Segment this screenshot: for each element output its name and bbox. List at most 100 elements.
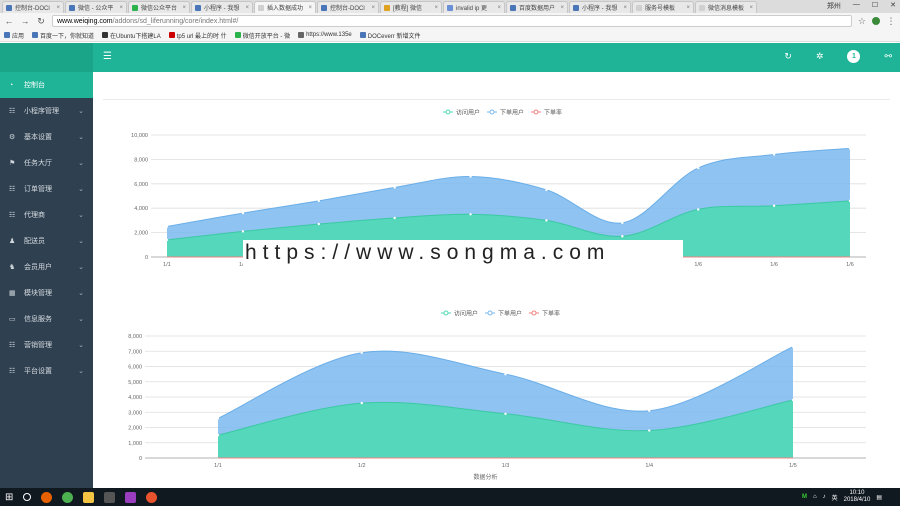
- url-input[interactable]: www.weiqing.com/addons/sd_liferunning/co…: [52, 15, 852, 27]
- tab-close-icon[interactable]: ×: [686, 5, 690, 11]
- bookmark-item[interactable]: 应用: [4, 31, 24, 40]
- sidebar-item-label: 控制台: [24, 82, 45, 89]
- browser-tab[interactable]: invalid ip 更 ×: [443, 1, 505, 13]
- chevron-down-icon: ⌄: [78, 186, 84, 193]
- volume-icon[interactable]: ♪: [823, 494, 826, 500]
- tray-app-icon[interactable]: M: [802, 494, 807, 500]
- x-tick-label: 1/6: [694, 262, 702, 268]
- data-point-visits: [648, 429, 651, 432]
- bookmark-item[interactable]: DOCeverr 新增文件: [359, 31, 420, 40]
- sidebar-item[interactable]: ⚑ 任务大厅 ⌄: [0, 150, 93, 176]
- y-tick-label: 7,000: [128, 349, 142, 355]
- folder-icon[interactable]: [83, 491, 95, 503]
- firefox-icon[interactable]: [41, 491, 53, 503]
- app-icon[interactable]: [146, 491, 158, 503]
- tab-close-icon[interactable]: ×: [623, 5, 627, 11]
- hamburger-icon[interactable]: ☰: [103, 51, 112, 62]
- sidebar-item[interactable]: ♞ 会员用户 ⌄: [0, 254, 93, 280]
- sidebar-item[interactable]: ♟ 配送员 ⌄: [0, 228, 93, 254]
- forward-icon[interactable]: →: [20, 16, 30, 26]
- tab-close-icon[interactable]: ×: [308, 5, 312, 11]
- y-tick-label: 6,000: [134, 182, 148, 188]
- share-icon[interactable]: ⚯: [884, 51, 892, 62]
- tab-close-icon[interactable]: ×: [560, 5, 564, 11]
- tab-label: 控制台-DOCl: [15, 6, 50, 12]
- bookmark-label: tp5 url 最上的时 什: [176, 33, 227, 40]
- minimize-button[interactable]: —: [853, 1, 860, 11]
- sidebar-item[interactable]: ◔ 控制台: [0, 72, 93, 98]
- browser-menu-icon[interactable]: ⋮: [886, 16, 896, 27]
- tab-close-icon[interactable]: ×: [371, 5, 375, 11]
- tab-close-icon[interactable]: ×: [497, 5, 501, 11]
- chevron-down-icon: ⌄: [78, 368, 84, 375]
- bookmark-item[interactable]: 微信开放平台 - 微: [234, 31, 290, 40]
- bookmark-item[interactable]: tp5 url 最上的时 什: [168, 31, 227, 40]
- browser-tab[interactable]: 微信 - 公众平 ×: [65, 1, 127, 13]
- data-point-orders: [621, 221, 624, 225]
- bookmark-star-icon[interactable]: ☆: [858, 16, 866, 27]
- tab-close-icon[interactable]: ×: [182, 5, 186, 11]
- tab-close-icon[interactable]: ×: [434, 5, 438, 11]
- browser-tab[interactable]: 控制台-DOCl ×: [2, 1, 64, 13]
- terminal-icon[interactable]: [104, 491, 116, 503]
- browser-tab[interactable]: 插入数据成功 ×: [254, 1, 316, 13]
- user-icon: ♟: [9, 238, 16, 245]
- tab-favicon-icon: [258, 4, 264, 11]
- extension-icon[interactable]: [872, 17, 880, 25]
- bookmark-item[interactable]: 在Ubuntu下搭建LA: [102, 31, 161, 40]
- browser-tab[interactable]: 小程序 - 我想 ×: [569, 1, 631, 13]
- flag-icon: ⚑: [9, 160, 16, 167]
- user-avatar[interactable]: 1: [847, 50, 861, 63]
- tab-close-icon[interactable]: ×: [749, 5, 753, 11]
- tab-close-icon[interactable]: ×: [119, 5, 123, 11]
- tab-close-icon[interactable]: ×: [245, 5, 249, 11]
- browser-tab[interactable]: [教程] 微信 ×: [380, 1, 442, 13]
- browser-tab[interactable]: 微信公众平台 ×: [128, 1, 190, 13]
- search-icon[interactable]: [23, 493, 32, 501]
- refresh-icon[interactable]: ↻: [784, 51, 792, 62]
- data-point-orders: [360, 351, 363, 354]
- maximize-button[interactable]: ☐: [872, 1, 878, 11]
- chrome-icon[interactable]: [62, 491, 74, 503]
- reload-icon[interactable]: ↻: [36, 16, 46, 27]
- sidebar-item[interactable]: ☷ 订单管理 ⌄: [0, 176, 93, 202]
- url-host: www.weiqing.com: [57, 17, 113, 25]
- network-icon[interactable]: ⌂: [813, 494, 817, 500]
- tab-close-icon[interactable]: ×: [56, 5, 60, 11]
- browser-tab[interactable]: 微信消息模板 ×: [695, 1, 757, 13]
- browser-tab[interactable]: 小程序 - 我想 ×: [191, 1, 253, 13]
- legend-label: 访问用户: [454, 310, 478, 318]
- sidebar-item[interactable]: ☷ 平台设置 ⌄: [0, 358, 93, 384]
- data-point-orders: [317, 199, 320, 203]
- sidebar-item[interactable]: ⚙ 基本设置 ⌄: [0, 124, 93, 150]
- chevron-down-icon: ⌄: [78, 290, 84, 297]
- address-bar: ← → ↻ www.weiqing.com/addons/sd_liferunn…: [0, 13, 900, 29]
- settings-icon[interactable]: ✲: [816, 51, 824, 62]
- data-point-visits: [621, 235, 624, 238]
- sidebar-item[interactable]: ▭ 信息服务 ⌄: [0, 306, 93, 332]
- browser-tab[interactable]: 服务号模板 ×: [632, 1, 694, 13]
- browser-tab[interactable]: 百度数据用户 ×: [506, 1, 568, 13]
- tab-favicon-icon: [699, 4, 705, 11]
- sidebar-item[interactable]: ☷ 代理商 ⌄: [0, 202, 93, 228]
- list-icon: ☷: [9, 186, 16, 193]
- bookmark-item[interactable]: https://www.135e: [298, 32, 352, 38]
- ime-indicator[interactable]: 英: [832, 493, 838, 502]
- sidebar-item[interactable]: ☷ 小程序管理 ⌄: [0, 98, 93, 124]
- ide-icon[interactable]: [125, 491, 137, 503]
- bookmark-item[interactable]: 百度一下，你就知道: [32, 31, 94, 40]
- close-window-button[interactable]: ✕: [890, 1, 896, 11]
- sidebar-item[interactable]: ▦ 模块管理 ⌄: [0, 280, 93, 306]
- x-tick-label: 1/4: [645, 463, 653, 469]
- sidebar-item[interactable]: ☷ 营销管理 ⌄: [0, 332, 93, 358]
- y-tick-label: 0: [139, 456, 142, 462]
- bookmark-icon: [168, 32, 175, 38]
- start-icon[interactable]: ⊞: [5, 492, 13, 503]
- notification-icon[interactable]: ▤: [876, 494, 882, 501]
- clock[interactable]: 10:10 2018/4/10: [844, 490, 871, 504]
- browser-tab[interactable]: 控制台-DOCl ×: [317, 1, 379, 13]
- back-icon[interactable]: ←: [4, 16, 14, 26]
- data-point-visits: [360, 401, 363, 405]
- data-point-visits: [165, 238, 169, 242]
- tab-label: invalid ip 更: [456, 6, 488, 12]
